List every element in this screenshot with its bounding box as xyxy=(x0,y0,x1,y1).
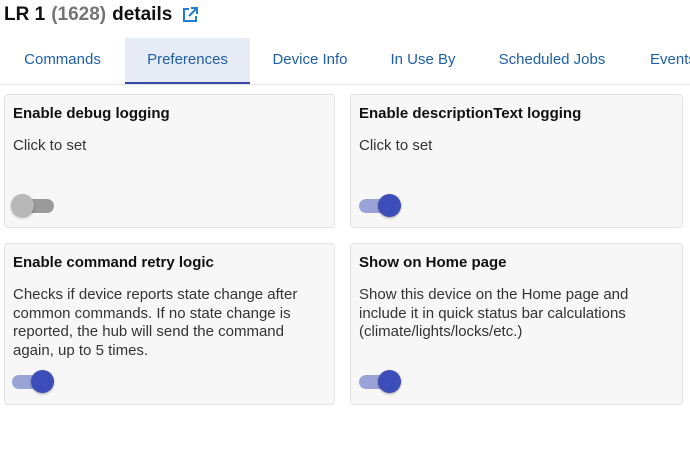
command-retry-toggle[interactable] xyxy=(11,368,57,396)
pref-description: Checks if device reports state change af… xyxy=(13,286,298,359)
tab-bar: Commands Preferences Device Info In Use … xyxy=(0,38,690,85)
pref-description: Show this device on the Home page and in… xyxy=(359,286,629,340)
tab-in-use-by[interactable]: In Use By xyxy=(370,38,476,82)
toggle-knob xyxy=(378,370,401,393)
toggle-knob xyxy=(31,370,54,393)
pref-card-debug-logging: Enable debug logging Click to set xyxy=(4,94,335,228)
pref-description: Click to set xyxy=(359,137,433,154)
toggle-knob xyxy=(11,194,34,217)
debug-logging-toggle[interactable] xyxy=(11,192,57,220)
pref-title: Enable debug logging xyxy=(13,105,170,122)
toggle-knob xyxy=(378,194,401,217)
pref-title: Enable command retry logic xyxy=(13,254,214,271)
pref-title: Enable descriptionText logging xyxy=(359,105,582,122)
show-on-home-toggle[interactable] xyxy=(358,368,404,396)
pref-card-description-text-logging: Enable descriptionText logging Click to … xyxy=(350,94,683,228)
title-suffix: details xyxy=(112,4,173,25)
pref-title: Show on Home page xyxy=(359,254,507,271)
device-name: LR 1 xyxy=(4,4,46,25)
tab-preferences[interactable]: Preferences xyxy=(125,38,250,84)
pref-description: Click to set xyxy=(13,137,87,154)
tab-events[interactable]: Events xyxy=(628,38,690,82)
pref-card-show-on-home: Show on Home page Show this device on th… xyxy=(350,243,683,405)
device-id: (1628) xyxy=(51,4,107,25)
external-link-icon[interactable] xyxy=(181,6,199,24)
pref-card-command-retry: Enable command retry logic Checks if dev… xyxy=(4,243,335,405)
page-title: LR 1 (1628) details xyxy=(4,3,199,27)
description-text-logging-toggle[interactable] xyxy=(358,192,404,220)
tab-commands[interactable]: Commands xyxy=(0,38,125,82)
tab-device-info[interactable]: Device Info xyxy=(250,38,370,82)
tab-scheduled-jobs[interactable]: Scheduled Jobs xyxy=(476,38,628,82)
